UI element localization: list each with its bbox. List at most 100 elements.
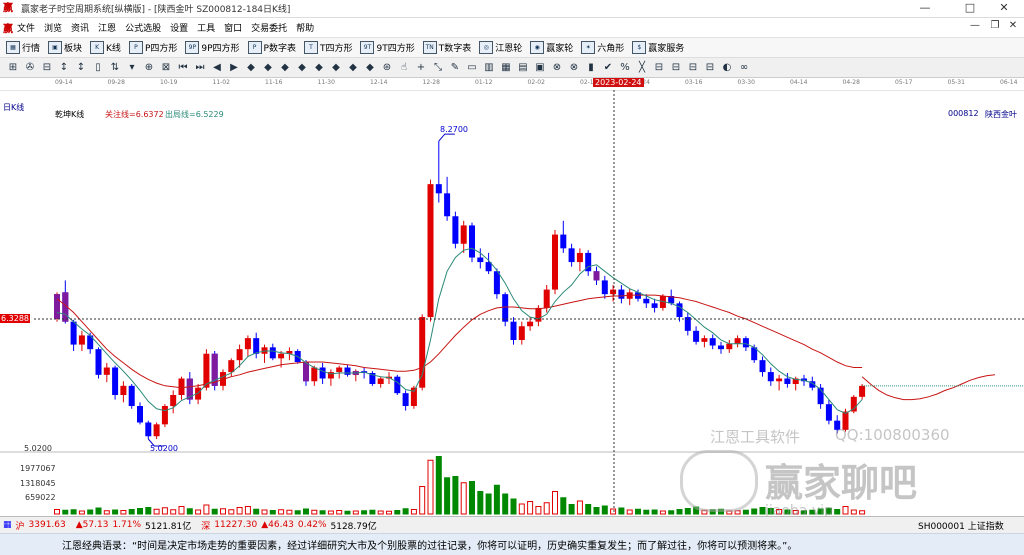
drawing-tool-icon[interactable]: %	[618, 61, 632, 75]
gann-wheel-icon: ◎	[479, 41, 494, 54]
toolbar-button-3[interactable]: P P四方形	[128, 41, 177, 54]
drawing-tool-icon[interactable]: ⊟	[686, 61, 700, 75]
mdi-close-button[interactable]: ✕	[1006, 20, 1020, 31]
focus-line-label: 关注线=6.6372	[105, 110, 164, 119]
drawing-tool-icon[interactable]: ⏮	[176, 61, 190, 75]
drawing-tool-icon[interactable]: ◀	[210, 61, 224, 75]
candle-body	[543, 289, 550, 308]
index-selector[interactable]: SH000001 上证指数	[918, 519, 1004, 532]
toolbar-button-12[interactable]: $ 赢家服务	[632, 41, 684, 54]
drawing-tool-icon[interactable]: +	[414, 61, 428, 75]
candle-body	[452, 216, 459, 244]
drawing-tool-icon[interactable]: ⊟	[652, 61, 666, 75]
sz-index-change: ▲46.43	[261, 520, 294, 530]
drawing-tool-icon[interactable]: ◐	[720, 61, 734, 75]
drawing-tool-icon[interactable]: ⊞	[6, 61, 20, 75]
drawing-tool-icon[interactable]: ⇅	[108, 61, 122, 75]
menu-gann[interactable]: 江恩	[98, 21, 116, 34]
toolbar-button-9[interactable]: ◎ 江恩轮	[479, 41, 522, 54]
date-tick: 04-14	[790, 79, 808, 86]
volume-bar	[228, 509, 235, 515]
drawing-tool-icon[interactable]: ⊟	[40, 61, 54, 75]
drawing-tool-icon[interactable]: ▦	[499, 61, 513, 75]
drawing-tool-icon[interactable]: ✇	[23, 61, 37, 75]
drawing-tool-icon[interactable]: ╳	[635, 61, 649, 75]
drawing-tool-icon[interactable]: ◆	[244, 61, 258, 75]
menu-browse[interactable]: 浏览	[44, 21, 62, 34]
volume-bar	[435, 456, 442, 515]
menu-tools[interactable]: 工具	[197, 21, 215, 34]
mdi-restore-button[interactable]: ❐	[988, 20, 1002, 31]
candle-body	[527, 321, 534, 327]
toolbar-label: T四方形	[319, 44, 353, 54]
drawing-tool-icon[interactable]: ◆	[363, 61, 377, 75]
volume-bar	[410, 509, 417, 515]
drawing-tool-icon[interactable]: ↕	[74, 61, 88, 75]
app-logo-icon: 赢	[3, 2, 13, 14]
toolbar-button-11[interactable]: ✶ 六角形	[581, 41, 624, 54]
mdi-minimize-button[interactable]: —	[968, 20, 982, 31]
toolbar-button-2[interactable]: K K线	[90, 41, 121, 54]
drawing-tool-icon[interactable]: ▭	[465, 61, 479, 75]
drawing-tool-icon[interactable]: ⊟	[703, 61, 717, 75]
volume-bar	[78, 510, 85, 515]
toolbar-button-10[interactable]: ◉ 赢家轮	[530, 41, 573, 54]
drawing-tool-icon[interactable]: ⊠	[159, 61, 173, 75]
drawing-tool-icon[interactable]: ◆	[295, 61, 309, 75]
drawing-tool-icon[interactable]: ▶	[227, 61, 241, 75]
volume-bar	[659, 510, 666, 515]
menu-trade[interactable]: 交易委托	[251, 21, 287, 34]
drawing-tool-icon[interactable]: ✎	[448, 61, 462, 75]
toolbar-button-0[interactable]: ▦ 行情	[6, 41, 40, 54]
drawing-tool-icon[interactable]: ∞	[737, 61, 751, 75]
toolbar-button-1[interactable]: ▣ 板块	[48, 41, 82, 54]
menu-settings[interactable]: 设置	[170, 21, 188, 34]
volume-bar	[62, 509, 69, 515]
drawing-tool-icon[interactable]: ▤	[516, 61, 530, 75]
drawing-tool-icon[interactable]: ◆	[329, 61, 343, 75]
drawing-tool-icon[interactable]: ⏭	[193, 61, 207, 75]
drawing-tool-icon[interactable]: ▥	[482, 61, 496, 75]
drawing-tool-icon[interactable]: ▮	[584, 61, 598, 75]
drawing-tool-icon[interactable]: ↕	[57, 61, 71, 75]
drawing-tool-icon[interactable]: ☝	[397, 61, 411, 75]
toolbar-button-5[interactable]: P P数字表	[247, 41, 296, 54]
volume-bar	[601, 505, 608, 515]
toolbar-button-6[interactable]: T T四方形	[303, 41, 353, 54]
minimize-button[interactable]: —	[905, 0, 945, 17]
volume-bar	[618, 507, 625, 515]
menu-formula[interactable]: 公式选股	[125, 21, 161, 34]
drawing-tool-icon[interactable]: ⤡	[431, 61, 445, 75]
toolbar-label: K线	[106, 44, 121, 54]
market-grid-icon[interactable]: ▦	[3, 520, 12, 530]
candle-body	[377, 378, 384, 384]
toolbar-button-8[interactable]: TN T数字表	[422, 41, 471, 54]
volume-bar	[527, 501, 534, 515]
menu-help[interactable]: 帮助	[296, 21, 314, 34]
toolbar-button-7[interactable]: 9T 9T四方形	[360, 41, 415, 54]
sh-index-icon: 沪	[15, 521, 25, 532]
drawing-tool-icon[interactable]: ◆	[278, 61, 292, 75]
menu-window[interactable]: 窗口	[224, 21, 242, 34]
drawing-tool-icon[interactable]: ⊕	[142, 61, 156, 75]
drawing-tool-icon[interactable]: ⊟	[669, 61, 683, 75]
drawing-tool-icon[interactable]: ⊗	[567, 61, 581, 75]
candle-body	[693, 330, 700, 342]
date-tick: 04-28	[842, 79, 860, 86]
drawing-tool-icon[interactable]: ◆	[312, 61, 326, 75]
drawing-tool-icon[interactable]: ▾	[125, 61, 139, 75]
date-tick: 01-12	[475, 79, 493, 86]
drawing-tool-icon[interactable]: ◆	[346, 61, 360, 75]
drawing-tool-icon[interactable]: ▯	[91, 61, 105, 75]
drawing-tool-icon[interactable]: ⊛	[380, 61, 394, 75]
menu-news[interactable]: 资讯	[71, 21, 89, 34]
drawing-tool-icon[interactable]: ▣	[533, 61, 547, 75]
drawing-tool-icon[interactable]: ✔	[601, 61, 615, 75]
drawing-tool-icon[interactable]: ◆	[261, 61, 275, 75]
close-button[interactable]: ✕	[984, 0, 1024, 17]
date-tick: 03-16	[685, 79, 703, 86]
candle-body	[742, 338, 749, 348]
drawing-tool-icon[interactable]: ⊗	[550, 61, 564, 75]
toolbar-button-4[interactable]: 9P 9P四方形	[185, 41, 240, 54]
menu-file[interactable]: 文件	[17, 21, 35, 34]
